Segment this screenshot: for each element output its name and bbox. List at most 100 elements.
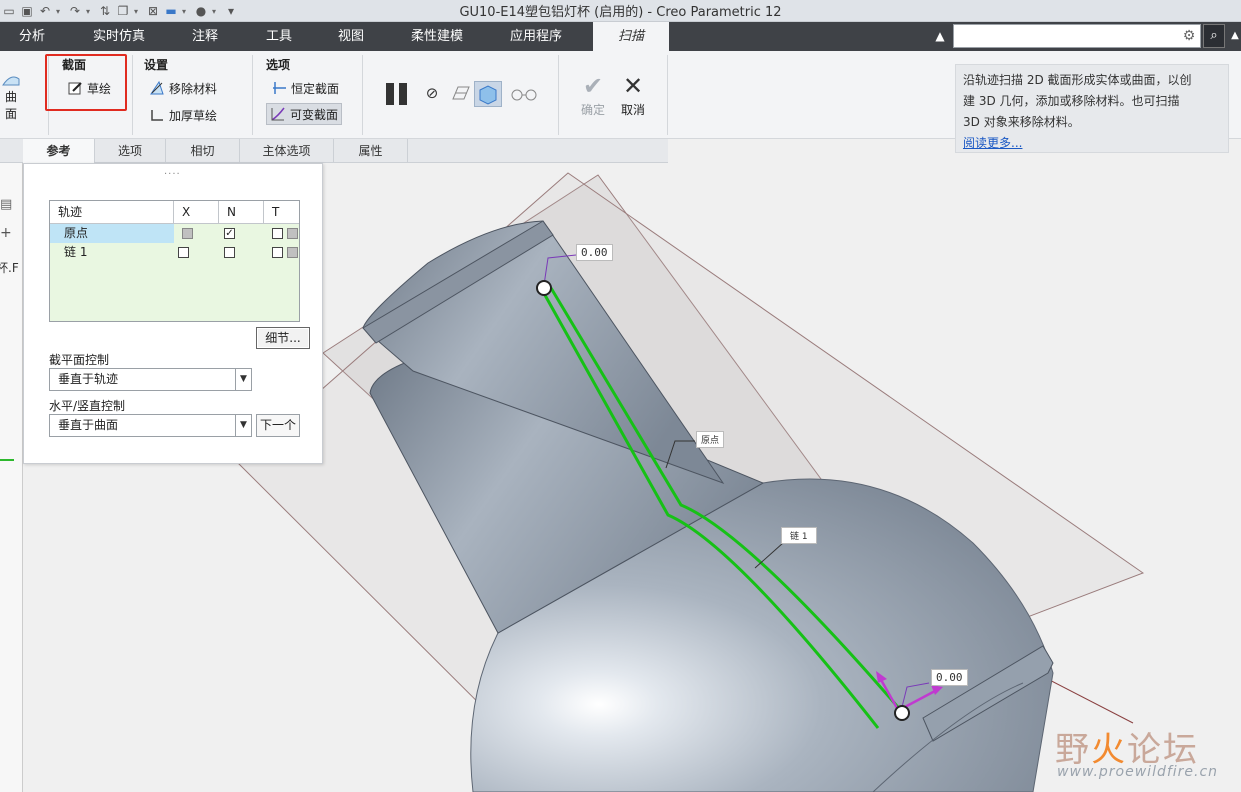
remove-material-label: 移除材料 bbox=[169, 81, 218, 96]
section-plane-control-label: 截平面控制 bbox=[49, 353, 110, 367]
variable-section-button[interactable]: 可变截面 bbox=[266, 103, 343, 125]
separator bbox=[558, 55, 559, 135]
confirm-button[interactable]: ✔ 确定 bbox=[574, 73, 612, 118]
table-row[interactable]: 原点 ✓ bbox=[50, 224, 299, 243]
surface-button[interactable]: 曲面 bbox=[0, 73, 22, 122]
x-checkbox[interactable] bbox=[182, 228, 193, 239]
variable-section-icon bbox=[270, 106, 286, 122]
details-button[interactable]: 细节... bbox=[256, 327, 310, 349]
t-checkbox-secondary[interactable] bbox=[287, 228, 298, 239]
search-field[interactable] bbox=[957, 26, 1177, 46]
pause-icon[interactable] bbox=[386, 83, 408, 105]
tab-tangency[interactable]: 相切 bbox=[166, 139, 240, 163]
tab-flexible-modeling[interactable]: 柔性建模 bbox=[400, 22, 474, 51]
separator bbox=[252, 55, 253, 135]
watermark: 野火论坛 www.proewildfire.cn bbox=[1055, 708, 1235, 788]
constant-section-label: 恒定截面 bbox=[291, 81, 340, 96]
thicken-icon bbox=[149, 107, 165, 123]
remove-material-button[interactable]: 移除材料 bbox=[146, 77, 220, 99]
thicken-sketch-button[interactable]: 加厚草绘 bbox=[146, 104, 220, 126]
section-plane-select[interactable]: 垂直于轨迹 ▼ bbox=[49, 368, 252, 391]
tab-tools[interactable]: 工具 bbox=[250, 22, 308, 51]
tab-annotate[interactable]: 注释 bbox=[176, 22, 234, 51]
geometry-preview-icon[interactable] bbox=[474, 81, 502, 107]
checkmark-icon: ✔ bbox=[582, 72, 604, 100]
column-x: X bbox=[174, 201, 219, 224]
dimension-bottom[interactable]: 0.00 bbox=[931, 669, 968, 686]
surface-label: 曲面 bbox=[4, 90, 17, 121]
next-button[interactable]: 下一个 bbox=[256, 414, 300, 437]
tab-analysis[interactable]: 分析 bbox=[0, 22, 64, 51]
title-bar: ▭ ▣ ↶ ▾ ↷ ▾ ⇅ ❐ ▾ ⊠ ▬ ▾ ● ▾ ▾ GU10-E14塑包铝灯杯 (… bbox=[0, 0, 1241, 22]
t-checkbox[interactable] bbox=[272, 247, 283, 258]
table-row[interactable]: 链 1 bbox=[50, 243, 299, 262]
column-t: T bbox=[272, 205, 280, 219]
t-checkbox-secondary[interactable] bbox=[287, 247, 298, 258]
chevron-down-icon: ▼ bbox=[235, 415, 251, 436]
search-button[interactable]: ⌕ bbox=[1203, 24, 1225, 48]
model-tree-strip: ▤ + 杯.F bbox=[0, 163, 23, 792]
search-input[interactable]: ⚙ bbox=[953, 24, 1201, 48]
glasses-icon[interactable] bbox=[510, 85, 538, 103]
n-checkbox[interactable] bbox=[224, 247, 235, 258]
verify-preview-icon[interactable] bbox=[450, 83, 472, 103]
dashboard-tabs: 参考 选项 相切 主体选项 属性 bbox=[0, 139, 668, 163]
close-x-icon: ✕ bbox=[622, 72, 644, 100]
tab-body-options[interactable]: 主体选项 bbox=[240, 139, 334, 163]
hv-control-select[interactable]: 垂直于曲面 ▼ bbox=[49, 414, 252, 437]
variable-section-label: 可变截面 bbox=[290, 107, 339, 122]
t-checkbox[interactable] bbox=[272, 228, 283, 239]
watermark-url: www.proewildfire.cn bbox=[1057, 764, 1219, 780]
plus-icon[interactable]: + bbox=[0, 225, 12, 241]
hv-control-label: 水平/竖直控制 bbox=[49, 399, 126, 413]
document-icon[interactable]: ▤ bbox=[0, 197, 12, 212]
tab-view[interactable]: 视图 bbox=[322, 22, 380, 51]
model-tree-partial-label: 杯.F bbox=[0, 261, 19, 275]
separator bbox=[132, 55, 133, 135]
constant-section-button[interactable]: 恒定截面 bbox=[268, 77, 342, 99]
tab-properties[interactable]: 属性 bbox=[334, 139, 408, 163]
trajectory-end-point[interactable] bbox=[894, 705, 910, 721]
row-name: 原点 bbox=[50, 224, 174, 243]
settings-gear-icon[interactable]: ⚙ bbox=[1180, 27, 1198, 45]
window-title: GU10-E14塑包铝灯杯 (启用的) - Creo Parametric 12 bbox=[459, 5, 782, 20]
help-text-line: 沿轨迹扫描 2D 截面形成实体或曲面，以创 bbox=[963, 73, 1192, 87]
row-name: 链 1 bbox=[64, 245, 88, 259]
column-n: N bbox=[219, 201, 264, 224]
remove-material-icon bbox=[149, 80, 165, 96]
trajectory-start-point[interactable] bbox=[536, 280, 552, 296]
tab-applications[interactable]: 应用程序 bbox=[500, 22, 572, 51]
hv-control-value: 垂直于曲面 bbox=[58, 418, 119, 432]
column-trajectory: 轨迹 bbox=[50, 201, 174, 224]
tab-spacer bbox=[0, 139, 23, 163]
help-text-line: 3D 对象来移除材料。 bbox=[963, 115, 1080, 129]
n-checkbox[interactable]: ✓ bbox=[224, 228, 235, 239]
cancel-button[interactable]: ✕ 取消 bbox=[614, 73, 652, 118]
help-text-line: 建 3D 几何，添加或移除材料。也可扫描 bbox=[963, 94, 1180, 108]
no-preview-icon[interactable]: ⊘ bbox=[424, 85, 440, 101]
constant-section-icon bbox=[271, 80, 287, 96]
magnifier-icon: ⌕ bbox=[1210, 28, 1218, 43]
highlight-box bbox=[45, 54, 127, 111]
thicken-sketch-label: 加厚草绘 bbox=[169, 108, 218, 123]
read-more-link[interactable]: 阅读更多... bbox=[963, 136, 1022, 150]
help-panel: 沿轨迹扫描 2D 截面形成实体或曲面，以创 建 3D 几何，添加或移除材料。也可… bbox=[955, 64, 1229, 153]
tab-simulation[interactable]: 实时仿真 bbox=[84, 22, 154, 51]
panel-grip[interactable]: .... bbox=[164, 166, 181, 177]
cancel-label: 取消 bbox=[620, 103, 645, 117]
collapse-ribbon-icon[interactable]: ▲ bbox=[931, 27, 949, 45]
trajectory-label-chain[interactable]: 链 1 bbox=[781, 527, 817, 544]
settings-group-title: 设置 bbox=[144, 58, 169, 72]
green-marker bbox=[0, 459, 14, 461]
confirm-label: 确定 bbox=[580, 103, 605, 117]
tab-references[interactable]: 参考 bbox=[23, 139, 95, 163]
trajectory-label-origin[interactable]: 原点 bbox=[696, 431, 725, 448]
tab-options[interactable]: 选项 bbox=[95, 139, 166, 163]
chevron-down-icon: ▼ bbox=[235, 369, 251, 390]
trajectory-table: 轨迹 X N T 原点 ✓ 链 1 bbox=[49, 200, 300, 322]
surface-icon bbox=[2, 76, 20, 86]
help-cap-icon[interactable]: ▲ bbox=[1229, 24, 1241, 48]
tab-sweep[interactable]: 扫描 bbox=[593, 22, 669, 51]
x-checkbox[interactable] bbox=[178, 247, 189, 258]
dimension-top[interactable]: 0.00 bbox=[576, 244, 613, 261]
